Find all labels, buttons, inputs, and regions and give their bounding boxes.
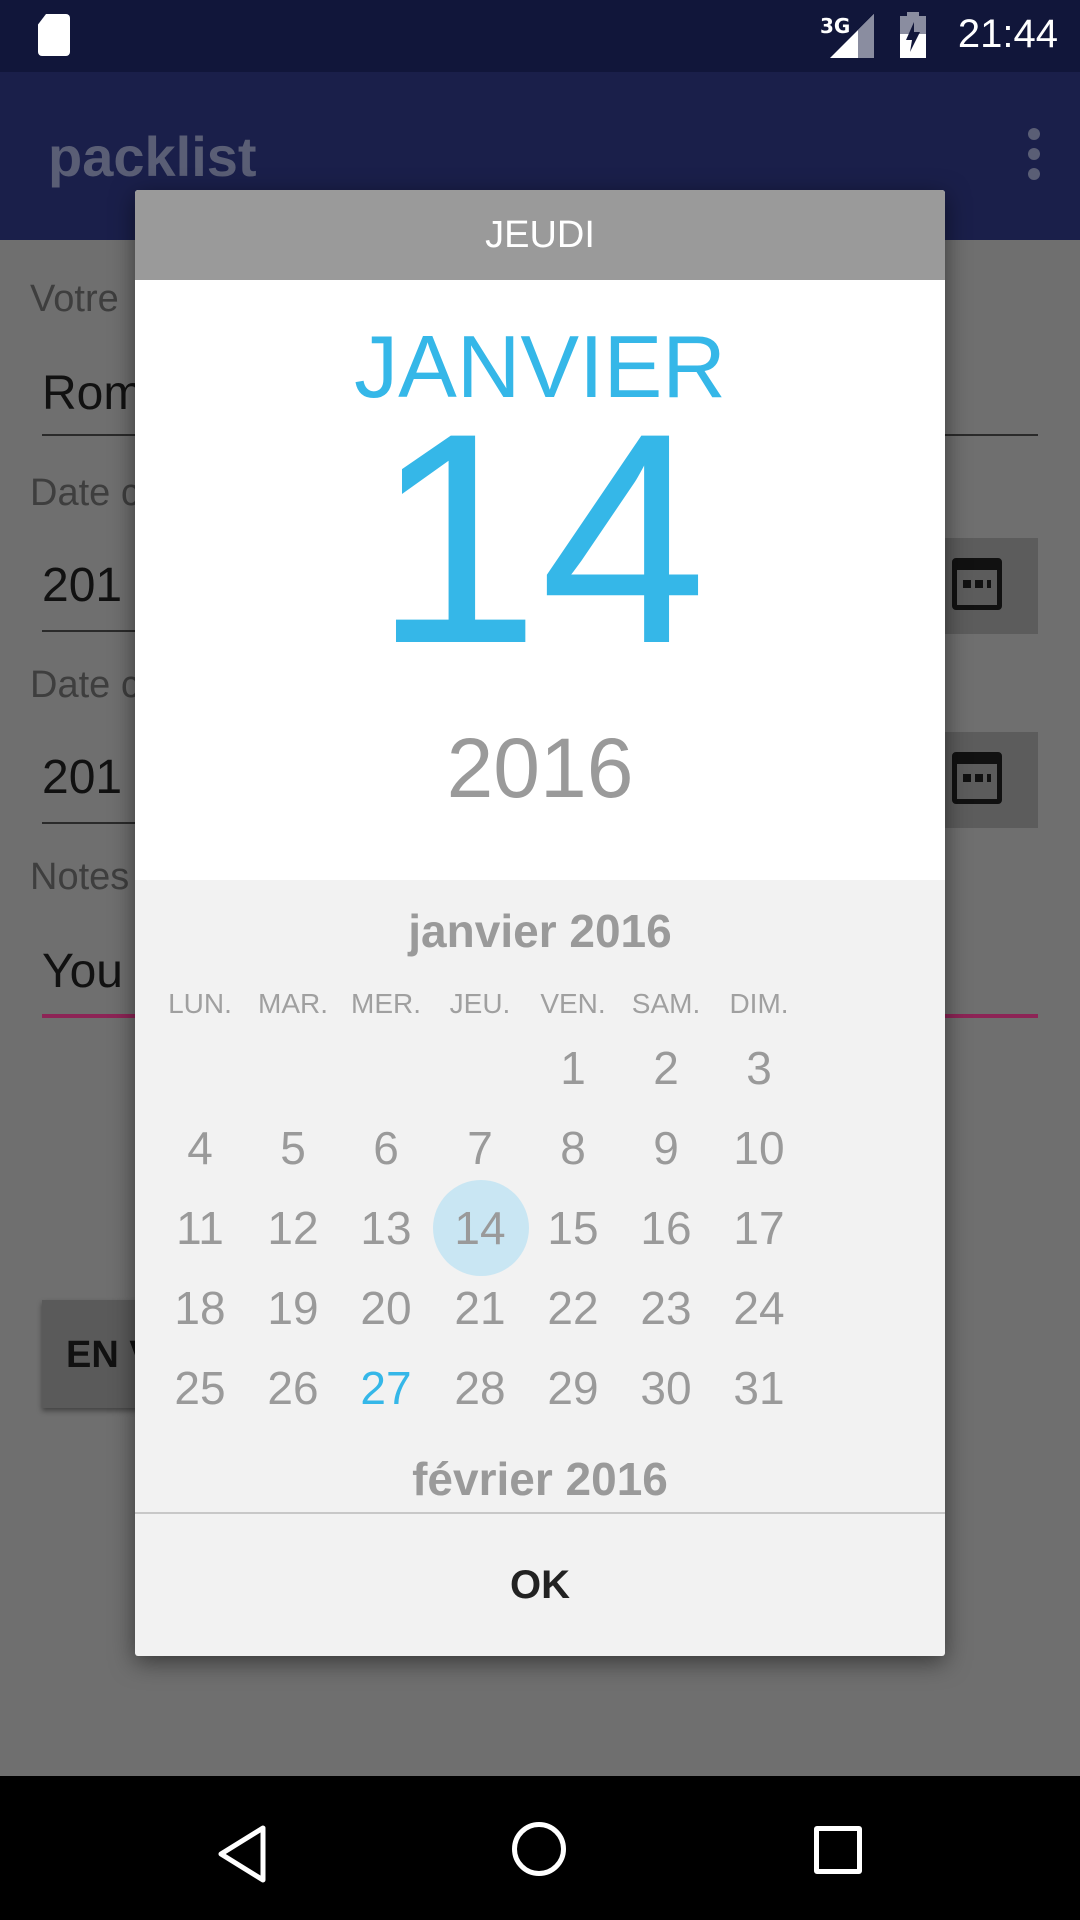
calendar-day-number: 13 bbox=[360, 1202, 412, 1254]
calendar-day-number: 9 bbox=[653, 1122, 679, 1174]
calendar-day-number: 26 bbox=[267, 1362, 319, 1414]
calendar-day-number: 5 bbox=[280, 1122, 306, 1174]
calendar-grid[interactable]: janvier 2016 février 2016 LUN. MAR. MER. JE… bbox=[135, 880, 945, 1512]
calendar-day[interactable]: 24 bbox=[702, 1268, 816, 1348]
sd-card-icon bbox=[38, 14, 70, 56]
calendar-day-number: 6 bbox=[373, 1122, 399, 1174]
back-icon[interactable] bbox=[215, 1824, 271, 1884]
navigation-bar bbox=[0, 1776, 1080, 1920]
signal-icon bbox=[830, 14, 874, 58]
date-picker-dialog: JEUDI JANVIER 14 2016 janvier 2016 févri… bbox=[135, 190, 945, 1656]
calendar-day-number: 2 bbox=[653, 1042, 679, 1094]
end-date-field[interactable]: 201 bbox=[42, 750, 122, 805]
weekday-label: DIM. bbox=[729, 988, 789, 1019]
calendar-day-number: 16 bbox=[640, 1202, 692, 1254]
calendar-day-number: 30 bbox=[640, 1362, 692, 1414]
start-date-label: Date c bbox=[30, 472, 140, 514]
calendar-day-number: 12 bbox=[267, 1202, 319, 1254]
name-label: Votre bbox=[30, 278, 119, 320]
notes-label: Notes bbox=[30, 856, 130, 898]
name-field[interactable]: Rom bbox=[42, 366, 143, 421]
calendar-day-number: 22 bbox=[547, 1282, 599, 1334]
selected-date-panel: JANVIER 14 2016 bbox=[135, 280, 945, 880]
calendar-day-number: 7 bbox=[467, 1122, 493, 1174]
selected-year[interactable]: 2016 bbox=[135, 720, 945, 817]
calendar-day-number: 14 bbox=[454, 1202, 506, 1254]
calendar-day-number: 24 bbox=[733, 1282, 785, 1334]
calendar-day-number: 10 bbox=[733, 1122, 785, 1174]
status-time: 21:44 bbox=[957, 12, 1058, 56]
calendar-day-number: 15 bbox=[547, 1202, 599, 1254]
selected-day[interactable]: 14 bbox=[135, 388, 945, 688]
overflow-menu-icon[interactable] bbox=[1028, 128, 1042, 180]
calendar-day-number: 21 bbox=[454, 1282, 506, 1334]
calendar-day-number: 29 bbox=[547, 1362, 599, 1414]
calendar-day-number: 23 bbox=[640, 1282, 692, 1334]
start-date-picker-button[interactable] bbox=[930, 538, 1038, 634]
calendar-day-number: 17 bbox=[733, 1202, 785, 1254]
calendar-day-number: 8 bbox=[560, 1122, 586, 1174]
start-date-field[interactable]: 201 bbox=[42, 558, 122, 613]
calendar-icon bbox=[952, 752, 1002, 804]
calendar-day-number: 28 bbox=[454, 1362, 506, 1414]
calendar-day-number: 4 bbox=[187, 1122, 213, 1174]
next-month-title: février 2016 bbox=[412, 1453, 668, 1505]
home-icon[interactable] bbox=[512, 1822, 566, 1876]
calendar-day-number: 19 bbox=[267, 1282, 319, 1334]
calendar-day-number: 1 bbox=[560, 1042, 586, 1094]
battery-charging-icon bbox=[900, 12, 926, 58]
calendar-day[interactable]: 17 bbox=[702, 1188, 816, 1268]
end-date-label: Date c bbox=[30, 664, 140, 706]
calendar-day[interactable]: 10 bbox=[702, 1108, 816, 1188]
calendar-day-number: 18 bbox=[174, 1282, 226, 1334]
calendar-day[interactable]: 31 bbox=[702, 1348, 816, 1428]
calendar-icon bbox=[952, 558, 1002, 610]
calendar-day-number: 11 bbox=[176, 1202, 224, 1254]
notes-field[interactable]: You bbox=[42, 944, 123, 999]
calendar-month-title: janvier 2016 bbox=[408, 905, 672, 957]
weekday-header: JEUDI bbox=[135, 190, 945, 280]
calendar-day-number: 25 bbox=[174, 1362, 226, 1414]
ok-button[interactable]: OK bbox=[135, 1514, 945, 1656]
calendar-day[interactable]: 3 bbox=[702, 1028, 816, 1108]
calendar-day-number: 3 bbox=[746, 1042, 772, 1094]
end-date-picker-button[interactable] bbox=[930, 732, 1038, 828]
recent-apps-icon[interactable] bbox=[814, 1826, 862, 1874]
status-bar: 3G 21:44 bbox=[0, 0, 1080, 72]
calendar-day-number: 20 bbox=[360, 1282, 412, 1334]
calendar-day-number: 27 bbox=[360, 1362, 412, 1414]
calendar-day-number: 31 bbox=[733, 1362, 785, 1414]
app-title: packlist bbox=[48, 125, 257, 188]
